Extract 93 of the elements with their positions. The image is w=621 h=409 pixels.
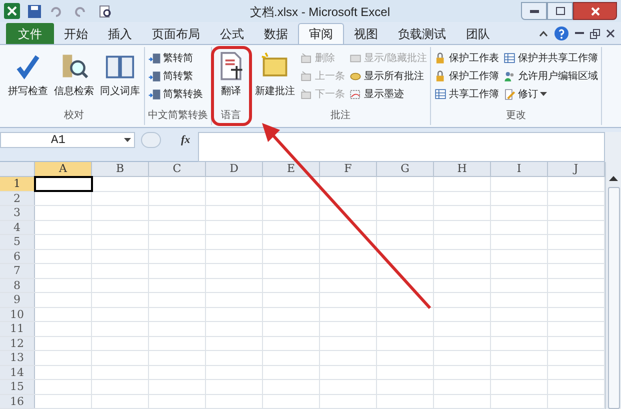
ribbon-button[interactable]: 翻译 — [215, 49, 247, 109]
ribbon-button[interactable]: 保护工作表 — [434, 49, 499, 67]
close-icon[interactable] — [606, 29, 615, 38]
column-header[interactable]: E — [263, 162, 320, 176]
group-label: 批注 — [330, 109, 350, 123]
vertical-scrollbar[interactable] — [605, 162, 621, 409]
row-header[interactable]: 15 — [0, 380, 35, 394]
row-header[interactable]: 9 — [0, 293, 35, 306]
help-icon[interactable] — [554, 26, 569, 41]
ribbon-tab[interactable]: 开始 — [54, 23, 98, 44]
ribbon-tab[interactable]: 视图 — [344, 23, 388, 44]
window-title: 文档.xlsx - Microsoft Excel — [250, 4, 390, 21]
ribbon-button[interactable]: 繁转简 — [148, 49, 203, 67]
ribbon-button[interactable]: 简转繁 — [148, 67, 203, 85]
ribbon-button[interactable]: 新建批注 — [254, 49, 296, 109]
group-label: 校对 — [64, 109, 84, 123]
row-header[interactable]: 1 — [0, 177, 35, 190]
print-preview-icon[interactable] — [99, 4, 112, 18]
grid-icon — [502, 52, 516, 64]
row-header[interactable]: 8 — [0, 278, 35, 292]
ribbon-tab[interactable]: 审阅 — [298, 23, 344, 44]
group-label: 语言 — [221, 109, 241, 123]
row-header[interactable]: 12 — [0, 336, 35, 350]
caret-icon — [540, 92, 547, 96]
ribbon-tab[interactable]: 插入 — [98, 23, 142, 44]
column-header[interactable]: B — [92, 162, 149, 176]
formula-input-field[interactable] — [198, 132, 605, 162]
close-button[interactable] — [573, 2, 617, 20]
ribbon-button[interactable]: 保护并共享工作簿 — [502, 49, 598, 67]
ribbon-tab[interactable]: 数据 — [254, 23, 298, 44]
ribbon-tab[interactable]: 公式 — [210, 23, 254, 44]
minimize-icon — [530, 10, 538, 12]
undo-icon[interactable] — [49, 4, 62, 18]
ribbon-button[interactable]: 显示墨迹 — [349, 85, 427, 103]
table-cell[interactable] — [35, 177, 92, 190]
column-header[interactable]: F — [320, 162, 377, 176]
row-header[interactable]: 7 — [0, 264, 35, 278]
ribbon-button[interactable]: 修订 — [502, 85, 598, 103]
minimize-icon[interactable] — [575, 32, 584, 35]
column-header[interactable]: H — [434, 162, 491, 176]
ink-icon — [349, 88, 362, 100]
row-header[interactable]: 3 — [0, 206, 35, 220]
ribbon-button[interactable]: 保护工作簿 — [434, 67, 499, 85]
ribbon-button[interactable]: 同义词库 — [99, 49, 141, 109]
column-header[interactable]: C — [149, 162, 206, 176]
scroll-up-icon[interactable] — [609, 176, 618, 181]
column-header[interactable]: I — [491, 162, 548, 176]
row-header[interactable]: 10 — [0, 308, 35, 321]
close-icon — [590, 6, 600, 16]
pencil-document-icon — [502, 88, 516, 100]
row-header[interactable]: 13 — [0, 351, 35, 364]
ribbon-tab[interactable]: 负载测试 — [388, 23, 456, 44]
column-header[interactable]: D — [206, 162, 263, 176]
grid-icon — [434, 88, 447, 100]
formula-scrollbar[interactable] — [605, 132, 621, 162]
collapse-ribbon-icon[interactable] — [539, 30, 548, 36]
ribbon-button[interactable]: 允许用户编辑区域 — [502, 67, 598, 85]
note-icon — [300, 52, 313, 64]
minimize-button[interactable] — [521, 2, 547, 20]
insert-function-button[interactable]: fx — [181, 132, 190, 148]
column-header[interactable]: G — [377, 162, 434, 176]
ribbon-tab[interactable]: 团队 — [456, 23, 500, 44]
ribbon-button[interactable]: 简繁转换 — [148, 85, 203, 103]
file-tab[interactable]: 文件 — [6, 23, 54, 44]
row-header[interactable]: 6 — [0, 250, 35, 263]
row-header[interactable]: 11 — [0, 322, 35, 336]
group-label: 中文简繁转换 — [148, 109, 208, 123]
row-header[interactable]: 4 — [0, 220, 35, 234]
row-header[interactable]: 16 — [0, 394, 35, 408]
note-icon — [300, 88, 313, 100]
name-box[interactable]: A1 — [0, 132, 135, 148]
row-header[interactable]: 14 — [0, 366, 35, 379]
lock-icon — [434, 70, 447, 82]
scrollbar-thumb[interactable] — [608, 187, 620, 409]
excel-logo-icon — [4, 3, 20, 19]
row-header[interactable]: 2 — [0, 192, 35, 205]
redo-icon[interactable] — [74, 4, 87, 18]
ribbon-tab[interactable]: 页面布局 — [142, 23, 210, 44]
row-header[interactable]: 5 — [0, 235, 35, 248]
group-label: 更改 — [506, 109, 526, 123]
column-header[interactable]: A — [35, 162, 92, 176]
restore-icon[interactable] — [590, 28, 600, 38]
maximize-button[interactable] — [547, 2, 573, 20]
ribbon-button[interactable]: 拼写检查 — [7, 49, 49, 109]
ribbon-button[interactable]: 信息检索 — [53, 49, 95, 109]
maximize-icon — [556, 7, 564, 15]
note-icon — [300, 70, 313, 82]
lock-icon — [434, 52, 447, 64]
ribbon-button[interactable]: 共享工作簿 — [434, 85, 499, 103]
users-icon — [502, 70, 516, 82]
ribbon-button[interactable]: 显示所有批注 — [349, 67, 427, 85]
dropdown-caret-icon — [124, 138, 131, 142]
save-icon[interactable] — [28, 4, 41, 18]
